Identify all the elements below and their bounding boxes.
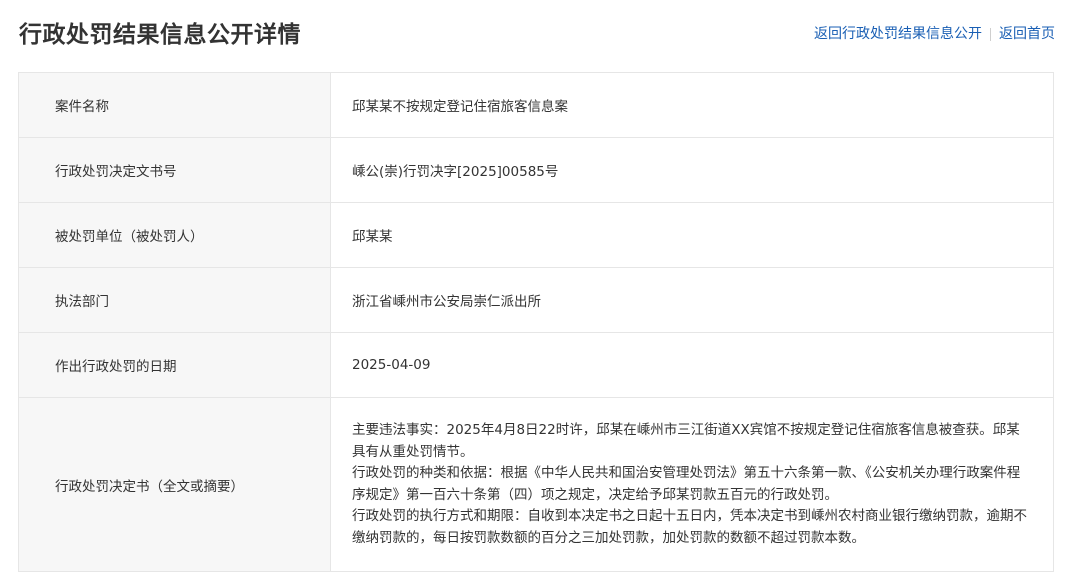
decision-paragraph-facts: 主要违法事实：2025年4月8日22时许，邱某在嵊州市三江街道XX宾馆不按规定登…	[352, 422, 1020, 460]
page-title: 行政处罚结果信息公开详情	[19, 22, 301, 48]
row-label-case-name: 案件名称	[18, 72, 331, 138]
row-value-document-number: 嵊公(崇)行罚决字[2025]00585号	[330, 137, 1054, 203]
row-label-decision-text: 行政处罚决定书（全文或摘要）	[18, 397, 331, 572]
table-row: 执法部门 浙江省嵊州市公安局崇仁派出所	[18, 267, 1054, 333]
row-value-enforcement-dept: 浙江省嵊州市公安局崇仁派出所	[330, 267, 1054, 333]
back-to-home-link[interactable]: 返回首页	[999, 24, 1055, 44]
row-label-enforcement-dept: 执法部门	[18, 267, 331, 333]
back-to-list-link[interactable]: 返回行政处罚结果信息公开	[814, 24, 982, 44]
row-label-decision-date: 作出行政处罚的日期	[18, 332, 331, 398]
page-header: 行政处罚结果信息公开详情 返回行政处罚结果信息公开 返回首页	[0, 0, 1076, 72]
table-row: 案件名称 邱某某不按规定登记住宿旅客信息案	[18, 72, 1054, 138]
table-row: 作出行政处罚的日期 2025-04-09	[18, 332, 1054, 398]
header-links: 返回行政处罚结果信息公开 返回首页	[814, 24, 1055, 44]
detail-table: 案件名称 邱某某不按规定登记住宿旅客信息案 行政处罚决定文书号 嵊公(崇)行罚决…	[18, 72, 1054, 572]
row-value-penalized-party: 邱某某	[330, 202, 1054, 268]
row-label-penalized-party: 被处罚单位（被处罚人）	[18, 202, 331, 268]
decision-paragraph-execution: 行政处罚的执行方式和期限：自收到本决定书之日起十五日内，凭本决定书到嵊州农村商业…	[352, 508, 1027, 546]
row-value-decision-date: 2025-04-09	[330, 332, 1054, 398]
row-value-decision-text: 主要违法事实：2025年4月8日22时许，邱某在嵊州市三江街道XX宾馆不按规定登…	[330, 397, 1054, 572]
table-row: 被处罚单位（被处罚人） 邱某某	[18, 202, 1054, 268]
table-row: 行政处罚决定书（全文或摘要） 主要违法事实：2025年4月8日22时许，邱某在嵊…	[18, 397, 1054, 572]
link-divider	[990, 27, 991, 41]
row-label-document-number: 行政处罚决定文书号	[18, 137, 331, 203]
row-value-case-name: 邱某某不按规定登记住宿旅客信息案	[330, 72, 1054, 138]
table-row: 行政处罚决定文书号 嵊公(崇)行罚决字[2025]00585号	[18, 137, 1054, 203]
decision-paragraph-basis: 行政处罚的种类和依据：根据《中华人民共和国治安管理处罚法》第五十六条第一款、《公…	[352, 465, 1021, 503]
